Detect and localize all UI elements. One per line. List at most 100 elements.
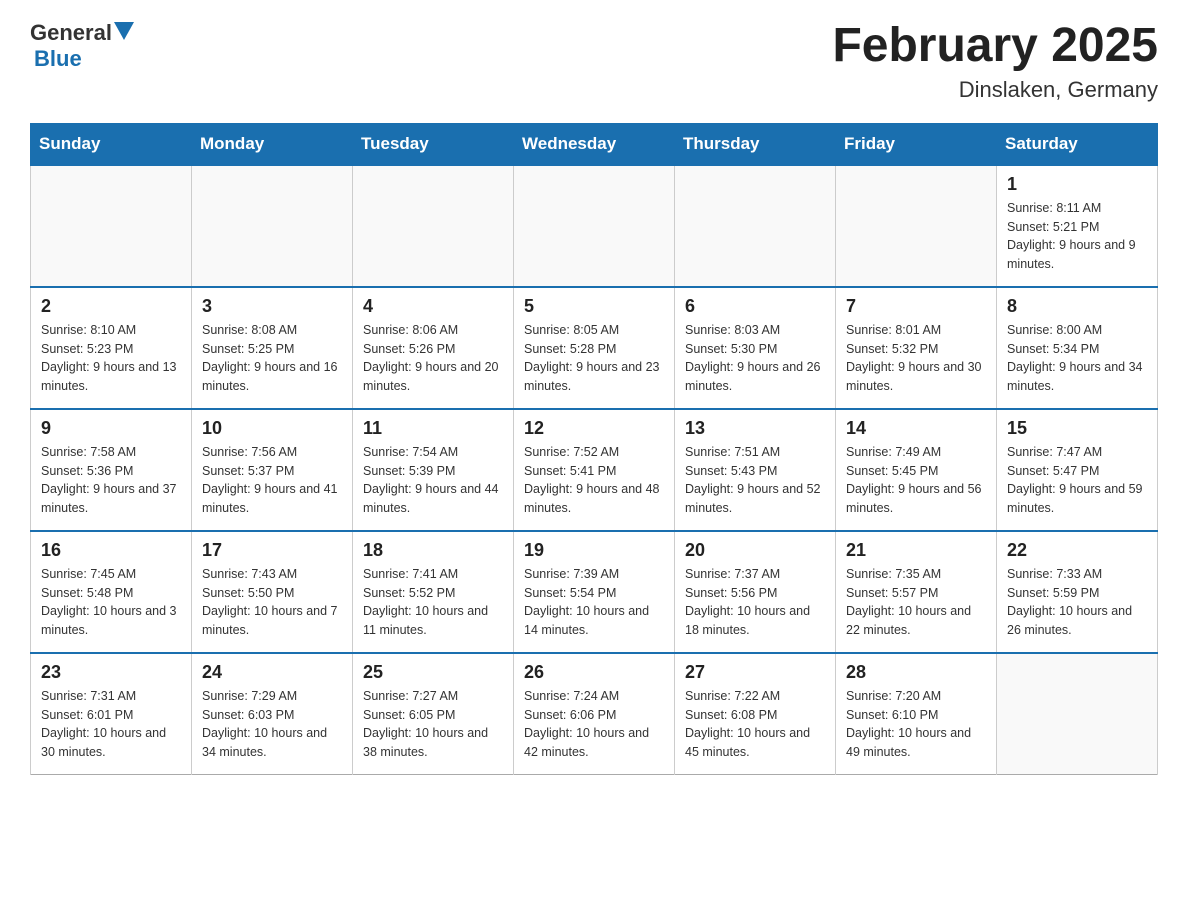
- day-info: Sunrise: 8:11 AM Sunset: 5:21 PM Dayligh…: [1007, 199, 1147, 274]
- weekday-header-wednesday: Wednesday: [514, 123, 675, 165]
- day-info: Sunrise: 7:47 AM Sunset: 5:47 PM Dayligh…: [1007, 443, 1147, 518]
- day-number: 26: [524, 662, 664, 683]
- day-number: 15: [1007, 418, 1147, 439]
- day-info: Sunrise: 7:54 AM Sunset: 5:39 PM Dayligh…: [363, 443, 503, 518]
- day-info: Sunrise: 8:05 AM Sunset: 5:28 PM Dayligh…: [524, 321, 664, 396]
- day-number: 23: [41, 662, 181, 683]
- calendar-day-cell: 27 Sunrise: 7:22 AM Sunset: 6:08 PM Dayli…: [675, 653, 836, 775]
- calendar-day-cell: 21 Sunrise: 7:35 AM Sunset: 5:57 PM Dayli…: [836, 531, 997, 653]
- day-info: Sunrise: 7:39 AM Sunset: 5:54 PM Dayligh…: [524, 565, 664, 640]
- day-number: 10: [202, 418, 342, 439]
- day-number: 18: [363, 540, 503, 561]
- day-number: 11: [363, 418, 503, 439]
- calendar-week-row: 16 Sunrise: 7:45 AM Sunset: 5:48 PM Dayli…: [31, 531, 1158, 653]
- month-title: February 2025: [832, 20, 1158, 73]
- logo-general-text: General: [30, 20, 112, 46]
- logo-blue-text: Blue: [30, 46, 82, 72]
- calendar-day-cell: 3 Sunrise: 8:08 AM Sunset: 5:25 PM Daylig…: [192, 287, 353, 409]
- calendar-day-cell: 22Sunrise: 7:33 AM Sunset: 5:59 PM Dayli…: [997, 531, 1158, 653]
- calendar-day-cell: 2 Sunrise: 8:10 AM Sunset: 5:23 PM Daylig…: [31, 287, 192, 409]
- day-info: Sunrise: 7:37 AM Sunset: 5:56 PM Dayligh…: [685, 565, 825, 640]
- calendar-day-cell: 1 Sunrise: 8:11 AM Sunset: 5:21 PM Daylig…: [997, 165, 1158, 287]
- weekday-header-sunday: Sunday: [31, 123, 192, 165]
- calendar-day-cell: 10 Sunrise: 7:56 AM Sunset: 5:37 PM Dayli…: [192, 409, 353, 531]
- day-number: 24: [202, 662, 342, 683]
- day-number: 25: [363, 662, 503, 683]
- day-info: Sunrise: 7:45 AM Sunset: 5:48 PM Dayligh…: [41, 565, 181, 640]
- day-number: 16: [41, 540, 181, 561]
- day-info: Sunrise: 7:31 AM Sunset: 6:01 PM Dayligh…: [41, 687, 181, 762]
- day-info: Sunrise: 7:41 AM Sunset: 5:52 PM Dayligh…: [363, 565, 503, 640]
- day-number: 21: [846, 540, 986, 561]
- day-number: 7: [846, 296, 986, 317]
- logo: General Blue: [30, 20, 134, 72]
- calendar-day-cell: 16 Sunrise: 7:45 AM Sunset: 5:48 PM Dayli…: [31, 531, 192, 653]
- weekday-header-thursday: Thursday: [675, 123, 836, 165]
- day-number: 12: [524, 418, 664, 439]
- day-number: 4: [363, 296, 503, 317]
- day-info: Sunrise: 7:22 AM Sunset: 6:08 PM Dayligh…: [685, 687, 825, 762]
- day-info: Sunrise: 7:51 AM Sunset: 5:43 PM Dayligh…: [685, 443, 825, 518]
- calendar-day-cell: [836, 165, 997, 287]
- calendar-day-cell: 5 Sunrise: 8:05 AM Sunset: 5:28 PM Daylig…: [514, 287, 675, 409]
- weekday-header-tuesday: Tuesday: [353, 123, 514, 165]
- calendar-day-cell: [192, 165, 353, 287]
- calendar-day-cell: 11 Sunrise: 7:54 AM Sunset: 5:39 PM Dayli…: [353, 409, 514, 531]
- day-info: Sunrise: 8:08 AM Sunset: 5:25 PM Dayligh…: [202, 321, 342, 396]
- calendar-day-cell: [31, 165, 192, 287]
- weekday-header-friday: Friday: [836, 123, 997, 165]
- calendar-day-cell: 26Sunrise: 7:24 AM Sunset: 6:06 PM Dayli…: [514, 653, 675, 775]
- calendar-day-cell: 15 Sunrise: 7:47 AM Sunset: 5:47 PM Dayli…: [997, 409, 1158, 531]
- calendar-day-cell: [353, 165, 514, 287]
- day-number: 13: [685, 418, 825, 439]
- calendar-day-cell: 4Sunrise: 8:06 AM Sunset: 5:26 PM Daylig…: [353, 287, 514, 409]
- calendar-day-cell: 24 Sunrise: 7:29 AM Sunset: 6:03 PM Dayli…: [192, 653, 353, 775]
- calendar-day-cell: 17Sunrise: 7:43 AM Sunset: 5:50 PM Dayli…: [192, 531, 353, 653]
- day-number: 8: [1007, 296, 1147, 317]
- day-info: Sunrise: 7:29 AM Sunset: 6:03 PM Dayligh…: [202, 687, 342, 762]
- day-info: Sunrise: 7:52 AM Sunset: 5:41 PM Dayligh…: [524, 443, 664, 518]
- day-number: 20: [685, 540, 825, 561]
- page-header: General Blue February 2025 Dinslaken, Ge…: [30, 20, 1158, 103]
- calendar-day-cell: 7 Sunrise: 8:01 AM Sunset: 5:32 PM Daylig…: [836, 287, 997, 409]
- calendar-day-cell: 14 Sunrise: 7:49 AM Sunset: 5:45 PM Dayli…: [836, 409, 997, 531]
- day-number: 9: [41, 418, 181, 439]
- day-info: Sunrise: 7:43 AM Sunset: 5:50 PM Dayligh…: [202, 565, 342, 640]
- day-info: Sunrise: 7:27 AM Sunset: 6:05 PM Dayligh…: [363, 687, 503, 762]
- day-info: Sunrise: 7:20 AM Sunset: 6:10 PM Dayligh…: [846, 687, 986, 762]
- calendar-day-cell: 8 Sunrise: 8:00 AM Sunset: 5:34 PM Daylig…: [997, 287, 1158, 409]
- calendar-day-cell: 25 Sunrise: 7:27 AM Sunset: 6:05 PM Dayli…: [353, 653, 514, 775]
- calendar-week-row: 2 Sunrise: 8:10 AM Sunset: 5:23 PM Daylig…: [31, 287, 1158, 409]
- day-info: Sunrise: 8:10 AM Sunset: 5:23 PM Dayligh…: [41, 321, 181, 396]
- calendar-table: SundayMondayTuesdayWednesdayThursdayFrid…: [30, 123, 1158, 775]
- calendar-week-row: 9Sunrise: 7:58 AM Sunset: 5:36 PM Daylig…: [31, 409, 1158, 531]
- calendar-day-cell: [675, 165, 836, 287]
- day-number: 28: [846, 662, 986, 683]
- day-number: 2: [41, 296, 181, 317]
- day-number: 1: [1007, 174, 1147, 195]
- calendar-day-cell: 28 Sunrise: 7:20 AM Sunset: 6:10 PM Dayli…: [836, 653, 997, 775]
- weekday-header-saturday: Saturday: [997, 123, 1158, 165]
- calendar-day-cell: [997, 653, 1158, 775]
- calendar-day-cell: 9Sunrise: 7:58 AM Sunset: 5:36 PM Daylig…: [31, 409, 192, 531]
- day-number: 3: [202, 296, 342, 317]
- weekday-header-row: SundayMondayTuesdayWednesdayThursdayFrid…: [31, 123, 1158, 165]
- day-number: 14: [846, 418, 986, 439]
- day-number: 27: [685, 662, 825, 683]
- day-info: Sunrise: 7:35 AM Sunset: 5:57 PM Dayligh…: [846, 565, 986, 640]
- day-number: 5: [524, 296, 664, 317]
- title-section: February 2025 Dinslaken, Germany: [832, 20, 1158, 103]
- day-number: 19: [524, 540, 664, 561]
- calendar-day-cell: 18 Sunrise: 7:41 AM Sunset: 5:52 PM Dayli…: [353, 531, 514, 653]
- logo-triangle-icon: [114, 22, 134, 40]
- day-info: Sunrise: 7:49 AM Sunset: 5:45 PM Dayligh…: [846, 443, 986, 518]
- calendar-day-cell: 6Sunrise: 8:03 AM Sunset: 5:30 PM Daylig…: [675, 287, 836, 409]
- location-label: Dinslaken, Germany: [832, 77, 1158, 103]
- calendar-day-cell: 20 Sunrise: 7:37 AM Sunset: 5:56 PM Dayli…: [675, 531, 836, 653]
- calendar-day-cell: 19 Sunrise: 7:39 AM Sunset: 5:54 PM Dayli…: [514, 531, 675, 653]
- day-number: 22: [1007, 540, 1147, 561]
- day-info: Sunrise: 7:56 AM Sunset: 5:37 PM Dayligh…: [202, 443, 342, 518]
- day-info: Sunrise: 8:00 AM Sunset: 5:34 PM Dayligh…: [1007, 321, 1147, 396]
- day-info: Sunrise: 8:01 AM Sunset: 5:32 PM Dayligh…: [846, 321, 986, 396]
- weekday-header-monday: Monday: [192, 123, 353, 165]
